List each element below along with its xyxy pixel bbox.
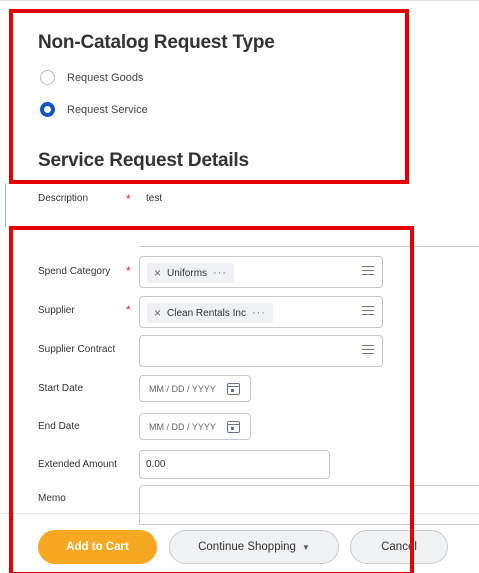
- description-textarea[interactable]: test: [139, 183, 479, 247]
- spend-category-prompt[interactable]: × Uniforms ···: [139, 256, 383, 288]
- radio-label: Request Goods: [67, 71, 144, 84]
- extended-amount-label: Extended Amount: [38, 459, 117, 470]
- supplier-prompt[interactable]: × Clean Rentals Inc ···: [139, 296, 383, 328]
- supplier-label: Supplier: [38, 305, 75, 316]
- cancel-button[interactable]: Cancel: [350, 530, 448, 564]
- calendar-icon[interactable]: [226, 382, 240, 395]
- required-marker: *: [126, 264, 131, 278]
- top-divider: [0, 0, 479, 1]
- date-placeholder: MM / DD / YYYY: [149, 421, 216, 432]
- service-details-title: Service Request Details: [38, 150, 249, 171]
- request-type-title: Non-Catalog Request Type: [38, 32, 275, 53]
- caret-down-icon: ▼: [301, 542, 310, 552]
- pill-text: Clean Rentals Inc: [167, 307, 246, 319]
- extended-amount-input[interactable]: 0.00: [139, 450, 330, 479]
- supplier-contract-label: Supplier Contract: [38, 344, 116, 355]
- more-dots-icon[interactable]: ···: [252, 307, 266, 319]
- date-placeholder: MM / DD / YYYY: [149, 383, 216, 394]
- supplier-pill[interactable]: × Clean Rentals Inc ···: [147, 303, 273, 323]
- radio-button-selected-icon[interactable]: [40, 102, 55, 117]
- remove-x-icon[interactable]: ×: [154, 266, 161, 280]
- spend-category-pill[interactable]: × Uniforms ···: [147, 263, 235, 283]
- end-date-label: End Date: [38, 421, 80, 432]
- field-focus-accent: [5, 183, 6, 227]
- prompt-list-icon[interactable]: [362, 345, 374, 355]
- required-marker: *: [126, 192, 131, 206]
- continue-shopping-button[interactable]: Continue Shopping ▼: [169, 530, 339, 564]
- radio-request-goods[interactable]: Request Goods: [40, 70, 143, 85]
- end-date-input[interactable]: MM / DD / YYYY: [139, 413, 251, 440]
- amount-value: 0.00: [146, 459, 166, 470]
- footer-divider: [0, 513, 479, 514]
- memo-textarea[interactable]: [139, 485, 479, 525]
- radio-label: Request Service: [67, 103, 148, 116]
- spend-category-label: Spend Category: [38, 266, 111, 277]
- start-date-label: Start Date: [38, 383, 84, 394]
- supplier-contract-prompt[interactable]: [139, 335, 383, 367]
- description-value: test: [146, 193, 163, 204]
- continue-shopping-label: Continue Shopping: [198, 541, 296, 553]
- prompt-list-icon[interactable]: [362, 306, 374, 316]
- add-to-cart-button[interactable]: Add to Cart: [38, 530, 157, 564]
- radio-button-icon[interactable]: [40, 70, 55, 85]
- more-dots-icon[interactable]: ···: [213, 267, 227, 279]
- prompt-list-icon[interactable]: [362, 266, 374, 276]
- description-label: Description: [38, 193, 89, 204]
- pill-text: Uniforms: [167, 267, 208, 279]
- start-date-input[interactable]: MM / DD / YYYY: [139, 375, 251, 402]
- memo-label: Memo: [38, 493, 66, 504]
- radio-request-service[interactable]: Request Service: [40, 102, 148, 117]
- calendar-icon[interactable]: [226, 420, 240, 433]
- required-marker: *: [126, 303, 131, 317]
- remove-x-icon[interactable]: ×: [154, 306, 161, 320]
